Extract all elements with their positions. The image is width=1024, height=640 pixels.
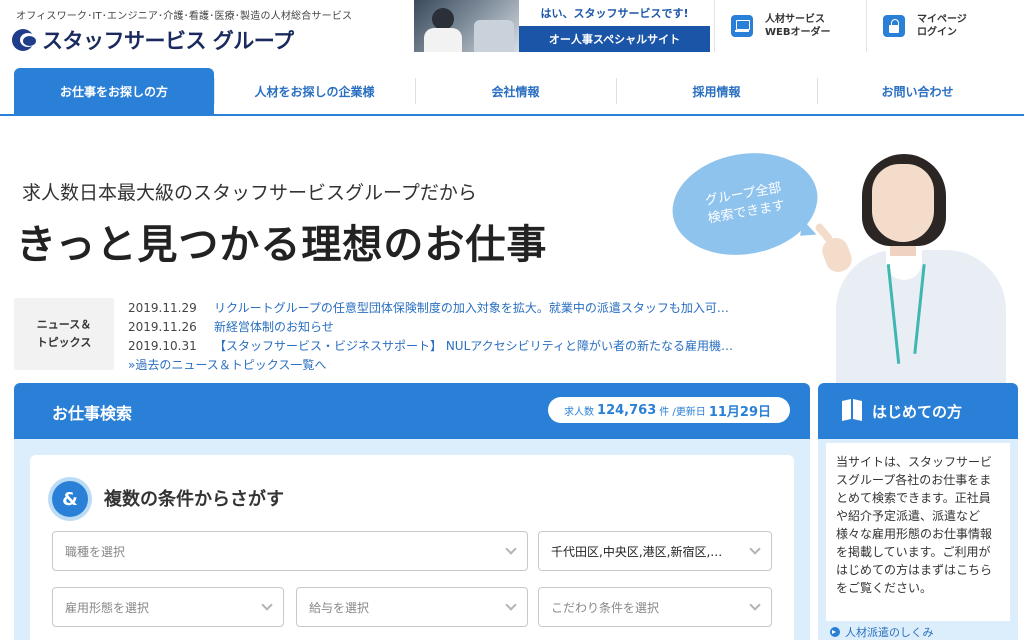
chevron-down-icon <box>749 599 761 611</box>
news-title-link[interactable]: 新経営体制のお知らせ <box>214 318 804 337</box>
lock-icon <box>883 15 905 37</box>
nav-item-company-info[interactable]: 会社情報 <box>415 68 616 114</box>
news-label-line2: トピックス <box>36 336 92 349</box>
job-type-select[interactable]: 職種を選択 <box>52 531 528 571</box>
area-value: 千代田区,中央区,港区,新宿区,… <box>551 544 723 559</box>
site-header: オフィスワーク･IT･エンジニア･介護･看護･医療･製造の人材総合サービス スタ… <box>0 0 1024 60</box>
mypage-login-link[interactable]: マイページ ログイン <box>866 0 1024 52</box>
book-icon <box>842 400 862 422</box>
news-date: 2019.11.26 <box>128 320 197 334</box>
site-logo[interactable]: スタッフサービス グループ <box>12 25 294 55</box>
news-item: 2019.10.31 【スタッフサービス・ビジネスサポート】 NULアクセシビリ… <box>128 337 808 356</box>
news-item: 2019.11.26 新経営体制のお知らせ <box>128 318 808 337</box>
banner-photo <box>414 0 519 52</box>
news-date: 2019.10.31 <box>128 339 197 353</box>
news-label: ニュース＆ トピックス <box>14 298 114 370</box>
computer-icon <box>731 15 753 37</box>
news-list: 2019.11.29 リクルートグループの任意型団体保険制度の加入対象を拡大。就… <box>128 299 808 375</box>
beginner-guide-title: はじめての方 <box>872 402 963 421</box>
preference-select[interactable]: こだわり条件を選択 <box>538 587 772 627</box>
news-archive-link[interactable]: »過去のニュース＆トピックス一覧へ <box>128 356 808 375</box>
logo-text: スタッフサービス グループ <box>42 29 294 53</box>
job-search-body: & 複数の条件からさがす 職種を選択 千代田区,中央区,港区,新宿区,… 雇用形… <box>14 439 810 640</box>
multi-condition-card: & 複数の条件からさがす 職種を選択 千代田区,中央区,港区,新宿区,… 雇用形… <box>30 455 794 640</box>
nav-item-companies[interactable]: 人材をお探しの企業様 <box>214 68 415 114</box>
header-tagline: オフィスワーク･IT･エンジニア･介護･看護･医療･製造の人材総合サービス <box>16 11 353 22</box>
job-search-header: お仕事検索 求人数 124,763 件 / 更新日 11月29日 <box>14 383 810 439</box>
banner-top-text: はい、スタッフサービスです! <box>519 0 710 26</box>
nav-item-recruitment[interactable]: 採用情報 <box>616 68 817 114</box>
banner-bottom-text: オー人事スペシャルサイト <box>548 33 681 46</box>
job-stats-badge: 求人数 124,763 件 / 更新日 11月29日 <box>548 397 790 423</box>
news-title-link[interactable]: リクルートグループの任意型団体保険制度の加入対象を拡大。就業中の派遣スタッフも加… <box>214 299 804 318</box>
mypage-line1: マイページ <box>917 14 967 25</box>
employment-type-select[interactable]: 雇用形態を選択 <box>52 587 284 627</box>
employment-type-value: 雇用形態を選択 <box>65 600 150 615</box>
beginner-guide-header: はじめての方 <box>818 383 1018 439</box>
nav-item-contact[interactable]: お問い合わせ <box>817 68 1018 114</box>
updated-date: 11月29日 <box>708 404 771 420</box>
chevron-down-icon <box>261 599 273 611</box>
web-order-line2: WEBオーダー <box>765 27 831 38</box>
hero-title: きっと見つかる理想のお仕事 <box>16 222 548 268</box>
news-date: 2019.11.29 <box>128 301 197 315</box>
news-label-line1: ニュース＆ <box>36 318 92 331</box>
ampersand-icon: & <box>52 481 88 517</box>
preference-value: こだわり条件を選択 <box>551 600 660 615</box>
conditions-title: 複数の条件からさがす <box>104 489 284 510</box>
hero-woman-image <box>813 154 1016 390</box>
beginner-guide-body: 当サイトは、スタッフサービスグループ各社のお仕事をまとめて検索できます。正社員や… <box>818 439 1018 640</box>
web-order-line1: 人材サービス <box>765 14 825 25</box>
logo-mark-icon <box>12 27 38 53</box>
job-search-title: お仕事検索 <box>52 404 133 423</box>
job-count-label: 求人数 <box>564 406 595 418</box>
nav-item-job-seekers[interactable]: お仕事をお探しの方 <box>14 68 214 114</box>
salary-select[interactable]: 給与を選択 <box>296 587 528 627</box>
chevron-down-icon <box>749 543 761 555</box>
job-count-unit: 件 / <box>659 406 676 418</box>
beginner-guide-text: 当サイトは、スタッフサービスグループ各社のお仕事をまとめて検索できます。正社員や… <box>836 455 993 595</box>
speech-bubble: グループ全部 検索できます <box>664 142 826 266</box>
area-select[interactable]: 千代田区,中央区,港区,新宿区,… <box>538 531 772 571</box>
updated-label: 更新日 <box>675 406 706 418</box>
staffing-guide-link[interactable]: 人材派遣のしくみ <box>830 624 933 640</box>
mypage-line2: ログイン <box>917 27 957 38</box>
news-item: 2019.11.29 リクルートグループの任意型団体保険制度の加入対象を拡大。就… <box>128 299 808 318</box>
news-title-link[interactable]: 【スタッフサービス・ビジネスサポート】 NULアクセシビリティと障がい者の新たな… <box>214 337 804 356</box>
arrow-circle-icon <box>830 627 840 637</box>
staffing-guide-label: 人材派遣のしくみ <box>845 626 934 639</box>
job-type-value: 職種を選択 <box>65 544 126 559</box>
beginner-guide-card: 当サイトは、スタッフサービスグループ各社のお仕事をまとめて検索できます。正社員や… <box>826 443 1010 621</box>
chevron-down-icon <box>505 543 517 555</box>
chevron-down-icon <box>505 599 517 611</box>
global-nav: お仕事をお探しの方 人材をお探しの企業様 会社情報 採用情報 お問い合わせ <box>0 68 1024 116</box>
salary-value: 給与を選択 <box>309 600 370 615</box>
oh-jinji-special-banner[interactable]: はい、スタッフサービスです! オー人事スペシャルサイト <box>414 0 710 52</box>
hero-subtitle: 求人数日本最大級のスタッフサービスグループだから <box>22 182 477 204</box>
web-order-link[interactable]: 人材サービス WEBオーダー <box>714 0 866 52</box>
job-count: 124,763 <box>597 402 657 418</box>
